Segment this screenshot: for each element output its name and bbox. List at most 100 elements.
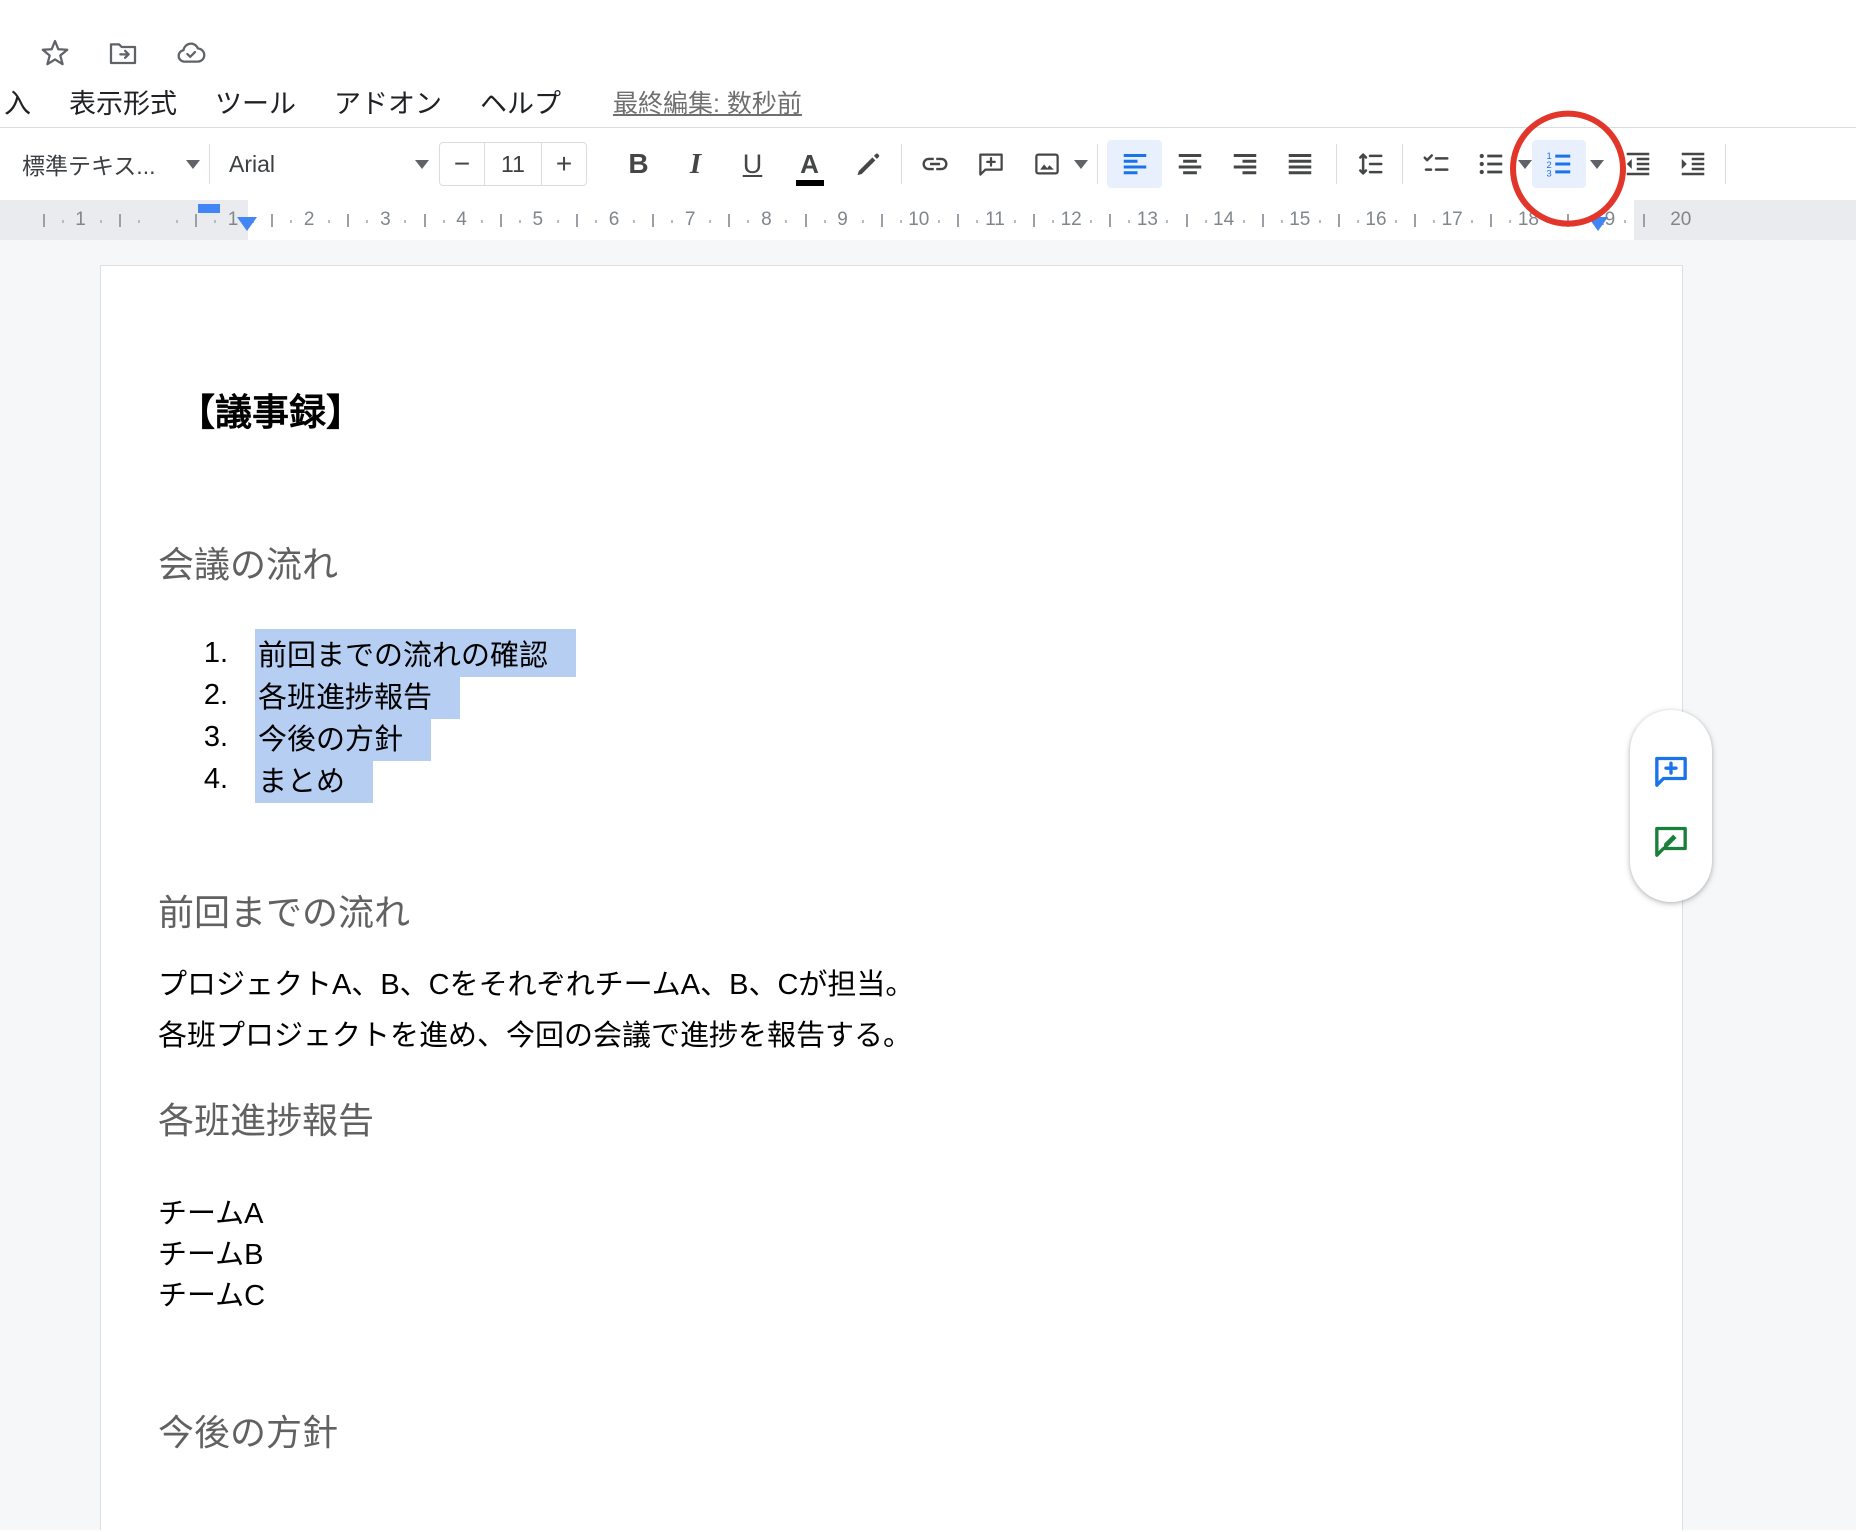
menu-help[interactable]: ヘルプ [480,82,561,121]
heading-meeting-flow[interactable]: 会議の流れ [158,536,338,588]
menu-addons[interactable]: アドオン [334,82,442,121]
ruler-number: 12 [1061,209,1082,231]
toolbar-separator [1402,144,1403,184]
list-item[interactable]: 1. 前回までの流れの確認 [158,632,576,674]
align-justify-button[interactable] [1272,140,1327,188]
ruler-tick [1166,220,1168,223]
ruler-tick [1090,220,1092,223]
list-item[interactable]: 4. まとめ [158,758,576,800]
menu-tools[interactable]: ツール [215,82,296,121]
selected-text[interactable]: 今後の方針 [255,713,431,761]
ruler-tick [1205,220,1207,223]
body-paragraph[interactable]: プロジェクトA、B、CをそれぞれチームA、B、Cが担当。 各班プロジェクトを進め… [158,960,914,1062]
bulleted-list-button[interactable] [1467,140,1514,188]
font-size-input[interactable]: 11 [484,143,542,185]
italic-button[interactable]: I [672,140,719,188]
underline-button[interactable]: U [729,140,776,188]
suggest-edits-fab-button[interactable] [1649,819,1693,863]
menu-insert-partial[interactable]: 入 [4,82,31,121]
bulleted-list-options-arrow[interactable] [1518,160,1532,169]
selected-text[interactable]: 前回までの流れの確認 [255,629,576,677]
add-comment-button[interactable] [967,140,1014,188]
increase-indent-button[interactable] [1669,140,1716,188]
team-line[interactable]: チームB [158,1235,265,1276]
checklist-button[interactable] [1412,140,1459,188]
underline-icon: U [743,149,763,180]
toolbar-separator [209,144,210,184]
ruler-tick [1471,220,1473,223]
star-icon[interactable] [36,34,74,72]
list-item[interactable]: 2. 各班進捗報告 [158,674,576,716]
bulleted-list-icon [1476,149,1506,179]
align-center-button[interactable] [1162,140,1217,188]
team-list[interactable]: チームA チームB チームC [158,1194,265,1317]
insert-image-button[interactable] [1023,140,1070,188]
italic-icon: I [690,148,701,181]
ruler-tick [595,220,597,223]
menu-format[interactable]: 表示形式 [69,82,177,121]
ruler-tick [976,220,978,223]
ruler-number: 1 [75,209,86,231]
align-right-icon [1230,149,1260,179]
paragraph-line[interactable]: 各班プロジェクトを進め、今回の会議で進捗を報告する。 [158,1011,914,1062]
checklist-icon [1421,149,1451,179]
ruler-tick [938,220,940,223]
team-line[interactable]: チームA [158,1194,265,1235]
increase-font-size-button[interactable]: + [542,143,586,185]
decrease-font-size-button[interactable]: − [440,143,484,185]
ruler-number: 4 [456,209,467,231]
right-indent-marker[interactable] [1588,217,1608,231]
last-edit-link[interactable]: 最終編集: 数秒前 [613,84,802,120]
numbered-list-options-arrow[interactable] [1590,160,1604,169]
paragraph-line[interactable]: プロジェクトA、B、CをそれぞれチームA、B、Cが担当。 [158,960,914,1011]
agenda-numbered-list[interactable]: 1. 前回までの流れの確認 2. 各班進捗報告 3. 今後の方針 4. [158,632,576,800]
ruler-tick [195,214,197,227]
highlight-color-button[interactable] [845,140,892,188]
ruler-tick [1490,214,1492,227]
floating-action-pill [1630,710,1712,902]
align-left-button[interactable] [1107,140,1162,188]
image-options-arrow[interactable] [1074,160,1088,169]
align-justify-icon [1285,149,1315,179]
move-folder-icon[interactable] [104,34,142,72]
chevron-down-icon [186,160,200,169]
text-color-button[interactable]: A [786,140,833,188]
align-right-button[interactable] [1217,140,1272,188]
ruler-tick [1547,220,1549,223]
ruler-tick [1014,220,1016,223]
paragraph-style-dropdown[interactable]: 標準テキス... [22,140,200,188]
toolbar: 標準テキス... Arial − 11 + B I U A [0,128,1856,200]
selected-text[interactable]: まとめ [255,755,373,803]
add-comment-icon [1651,751,1691,791]
ruler-tick [1033,214,1035,227]
svg-text:3: 3 [1547,169,1552,179]
line-spacing-button[interactable] [1346,140,1393,188]
ruler-tick [1567,214,1569,227]
selected-text[interactable]: 各班進捗報告 [255,671,460,719]
cloud-saved-icon[interactable] [172,34,210,72]
decrease-indent-button[interactable] [1614,140,1661,188]
insert-link-button[interactable] [911,140,958,188]
heading-future-policy[interactable]: 今後の方針 [158,1404,338,1456]
ruler-tick [1433,220,1435,223]
document-title-text[interactable]: 【議事録】 [178,382,363,436]
ruler-tick [957,214,959,227]
ruler-number: 6 [609,209,620,231]
heading-previous-flow[interactable]: 前回までの流れ [158,884,410,936]
left-indent-marker[interactable] [237,217,257,231]
list-item[interactable]: 3. 今後の方針 [158,716,576,758]
ruler-tick [900,220,902,223]
numbered-list-button[interactable]: 1 2 3 [1532,140,1586,188]
team-line[interactable]: チームC [158,1276,265,1317]
add-comment-fab-button[interactable] [1649,749,1693,793]
ruler-tick [1357,220,1359,223]
ruler-tick [576,214,578,227]
font-family-dropdown[interactable]: Arial [219,140,429,188]
first-line-indent-marker[interactable] [198,204,220,213]
heading-progress-report[interactable]: 各班進捗報告 [158,1092,374,1144]
align-left-icon [1120,149,1150,179]
document-page[interactable]: 【議事録】 会議の流れ 1. 前回までの流れの確認 2. 各班進捗報告 3. 今… [101,266,1682,1530]
ruler[interactable]: 11234567891011121314151617181920 [0,200,1856,240]
paragraph-style-label: 標準テキス... [22,147,155,181]
bold-button[interactable]: B [615,140,662,188]
